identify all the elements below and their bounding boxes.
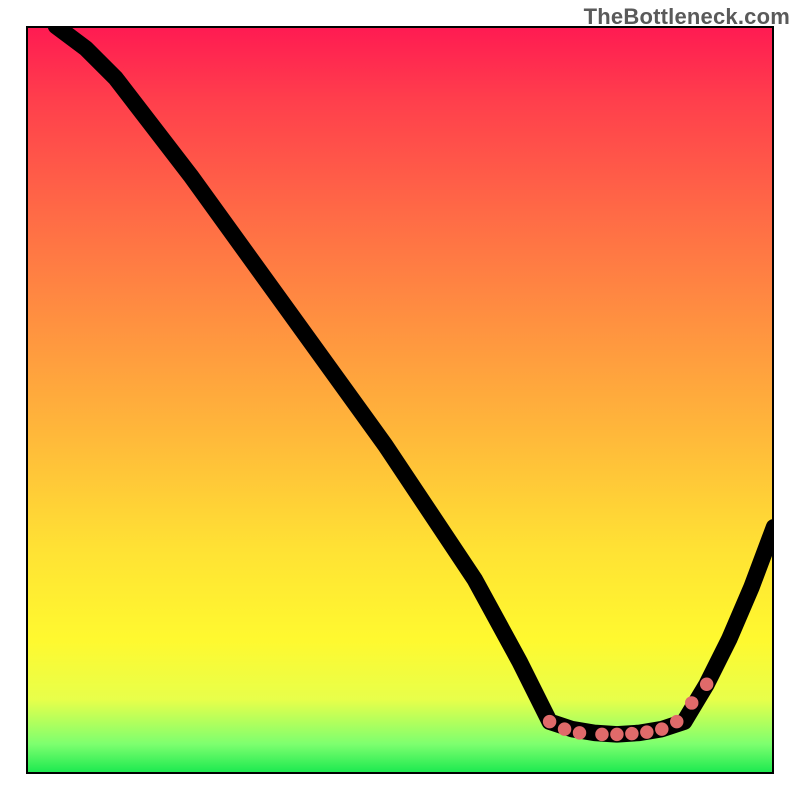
highlight-dot (595, 728, 608, 741)
highlight-dot (655, 722, 668, 735)
highlight-dot (610, 728, 623, 741)
bottleneck-curve (56, 26, 774, 734)
chart-plot-area (26, 26, 774, 774)
highlight-dot (685, 696, 698, 709)
curve-svg (26, 26, 774, 774)
chart-frame: TheBottleneck.com (0, 0, 800, 800)
highlight-dot (573, 726, 586, 739)
highlight-dot (543, 715, 556, 728)
highlight-dot (558, 722, 571, 735)
highlight-dot (670, 715, 683, 728)
highlight-dot (625, 727, 638, 740)
highlight-dot (640, 725, 653, 738)
highlight-dot (700, 678, 713, 691)
